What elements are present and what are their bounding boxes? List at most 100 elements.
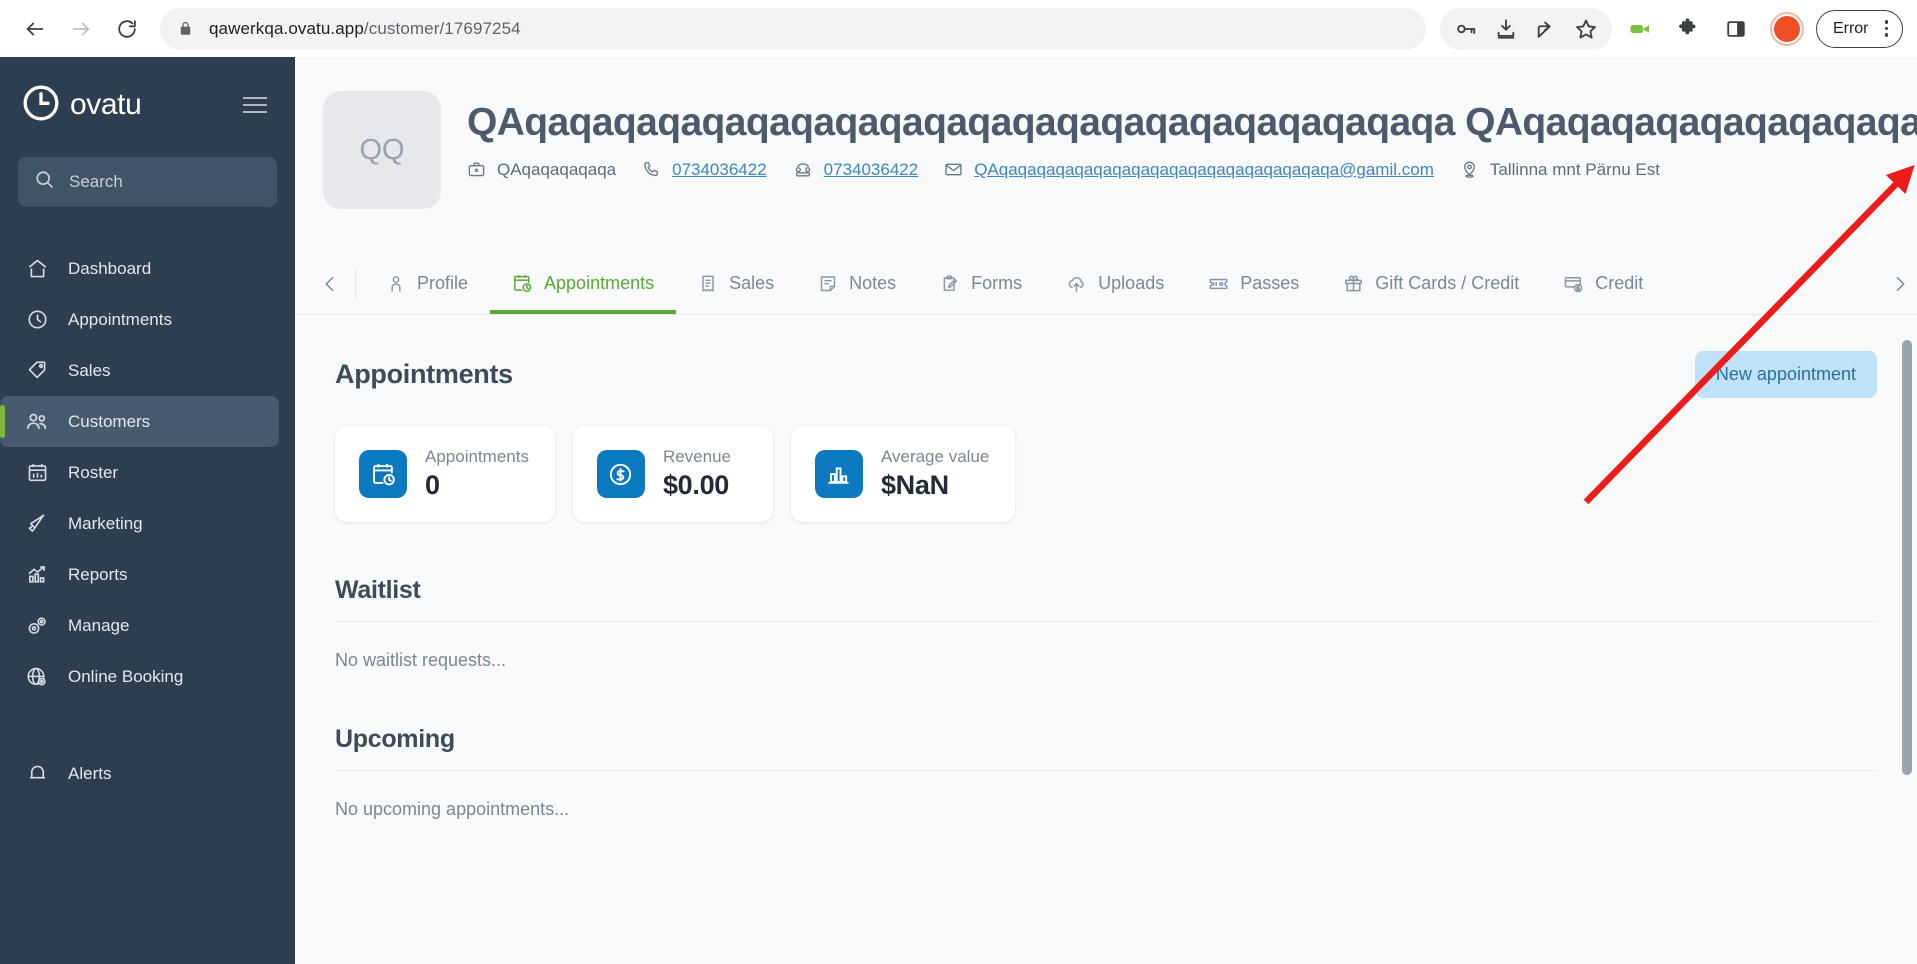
app-shell: ovatu Search Dashboard Appointments Sale… (0, 57, 1917, 964)
sidebar-item-label: Alerts (68, 763, 112, 783)
contact-address: Tallinna mnt Pärnu Est (1460, 160, 1660, 180)
contact-mobile[interactable]: 0734036422 (642, 160, 767, 180)
section-header: Appointments New appointment (335, 351, 1877, 398)
customer-info: QAqaqaqaqaqaqaqaqaqaqaqaqaqaqaqaqaqaqaqa… (467, 91, 1917, 253)
sidebar-item-label: Online Booking (68, 666, 184, 686)
stat-label: Revenue (662, 447, 732, 466)
search-icon (34, 169, 55, 195)
calendar-clock-icon (359, 450, 407, 498)
sidebar-item-alerts[interactable]: Alerts (0, 748, 295, 799)
tab-forms[interactable]: Forms (918, 253, 1044, 314)
contact-company: QAqaqaqaqaqa (467, 160, 616, 180)
address-bar[interactable]: qawerkqa.ovatu.app/customer/17697254 (160, 7, 1426, 50)
main-panel: QQ QAqaqaqaqaqaqaqaqaqaqaqaqaqaqaqaqaqaq… (295, 57, 1917, 964)
stat-card-body: Average value $NaN (881, 447, 989, 501)
briefcase-icon (467, 160, 486, 179)
sidebar-item-roster[interactable]: Roster (0, 447, 295, 498)
chevron-right-icon[interactable] (1883, 274, 1917, 294)
key-icon[interactable] (1446, 9, 1486, 49)
upcoming-empty-text: No upcoming appointments... (335, 799, 570, 819)
sidebar-item-label: Dashboard (68, 258, 152, 278)
chevron-left-icon[interactable] (313, 274, 347, 294)
sidebar-item-label: Reports (68, 564, 128, 584)
stat-label: Average value (880, 447, 990, 466)
video-camera-icon[interactable] (1620, 9, 1660, 49)
sidebar-item-sales[interactable]: Sales (0, 345, 295, 396)
back-arrow-icon[interactable] (14, 8, 56, 50)
calendar-grid-icon (24, 461, 50, 484)
clipboard-pen-icon (940, 274, 960, 294)
ticket-icon (1208, 273, 1229, 294)
scrollbar-thumb[interactable] (1902, 340, 1912, 775)
upcoming-section: Upcoming No upcoming appointments... (335, 725, 1877, 820)
location-pin-icon (1460, 160, 1479, 179)
tab-notes[interactable]: Notes (796, 253, 918, 314)
brand-logo[interactable]: ovatu (22, 84, 142, 127)
gift-icon (1343, 273, 1364, 294)
profile-avatar[interactable] (1769, 11, 1804, 46)
error-status-button[interactable]: Error (1815, 9, 1903, 48)
customer-tabbar: Profile Appointments Sales Notes Forms U… (295, 253, 1917, 315)
upcoming-title: Upcoming (335, 725, 455, 753)
toolbar-icon-group (1439, 7, 1612, 50)
person-icon (386, 274, 406, 294)
error-label: Error (1832, 19, 1869, 37)
hamburger-icon[interactable] (237, 91, 273, 119)
sidebar-item-marketing[interactable]: Marketing (0, 498, 295, 549)
contact-email[interactable]: QAqaqaqaqaqaqaqaqaqaqaqaqaqaqaqaqaqaqa@g… (944, 160, 1434, 180)
stat-card-body: Revenue $0.00 (663, 447, 731, 501)
tab-label: Credit (1595, 273, 1644, 293)
side-panel-icon[interactable] (1716, 9, 1756, 49)
home-icon (24, 257, 50, 280)
sidebar-item-appointments[interactable]: Appointments (0, 294, 295, 345)
contact-phone[interactable]: 0734036422 (793, 160, 918, 180)
stat-value: 0 (425, 470, 440, 500)
appointments-content: Appointments New appointment Appointment… (295, 315, 1917, 964)
sidebar-item-label: Appointments (68, 309, 172, 329)
tab-sales[interactable]: Sales (676, 253, 796, 314)
sidebar-item-online-booking[interactable]: Online Booking (0, 651, 295, 702)
sidebar-item-reports[interactable]: Reports (0, 549, 295, 600)
reload-icon[interactable] (106, 8, 148, 50)
contact-text: QAqaqaqaqaqaqaqaqaqaqaqaqaqaqaqaqaqaqa@g… (974, 159, 1434, 179)
contact-text: 0734036422 (672, 159, 767, 179)
customer-avatar[interactable]: QQ (323, 91, 441, 209)
tab-gift-cards-credit[interactable]: Gift Cards / Credit (1321, 253, 1541, 314)
tab-credit[interactable]: Credit (1541, 253, 1665, 314)
new-appointment-button[interactable]: New appointment (1694, 351, 1877, 398)
vertical-scrollbar[interactable] (1900, 315, 1913, 964)
section-title: Appointments (335, 359, 513, 389)
telephone-icon (793, 160, 813, 180)
puzzle-extensions-icon[interactable] (1668, 9, 1708, 49)
sidebar: ovatu Search Dashboard Appointments Sale… (0, 57, 295, 964)
sidebar-nav: Dashboard Appointments Sales Customers R… (0, 243, 295, 799)
divider (335, 770, 1877, 771)
card-dollar-icon (1563, 273, 1584, 294)
tab-passes[interactable]: Passes (1186, 253, 1321, 314)
tab-label: Forms (971, 273, 1023, 293)
sidebar-item-manage[interactable]: Manage (0, 600, 295, 651)
kebab-menu-icon[interactable] (1877, 20, 1897, 37)
bookmark-star-icon[interactable] (1566, 9, 1606, 49)
forward-arrow-icon[interactable] (60, 8, 102, 50)
page-title: QAqaqaqaqaqaqaqaqaqaqaqaqaqaqaqaqaqaqaqa… (467, 101, 1917, 144)
lock-icon (178, 20, 193, 37)
sidebar-item-dashboard[interactable]: Dashboard (0, 243, 295, 294)
customer-contacts: QAqaqaqaqaqa 0734036422 0734036422 QAqaq… (467, 160, 1917, 180)
tab-profile[interactable]: Profile (364, 253, 490, 314)
waitlist-title: Waitlist (335, 576, 421, 604)
download-icon[interactable] (1486, 9, 1526, 49)
tab-appointments[interactable]: Appointments (490, 253, 677, 314)
share-icon[interactable] (1526, 9, 1566, 49)
tag-icon (24, 359, 50, 382)
sidebar-item-customers[interactable]: Customers (0, 396, 279, 447)
search-input[interactable]: Search (18, 157, 277, 207)
bar-chart-icon (814, 450, 863, 498)
tab-uploads[interactable]: Uploads (1044, 253, 1186, 314)
contact-text: Tallinna mnt Pärnu Est (1489, 159, 1660, 179)
phone-icon (642, 160, 661, 179)
calendar-clock-icon (512, 273, 533, 294)
stat-value: $NaN (880, 470, 949, 500)
stat-card-average-value: Average value $NaN (790, 426, 1016, 522)
stat-card-appointments: Appointments 0 (335, 426, 555, 522)
